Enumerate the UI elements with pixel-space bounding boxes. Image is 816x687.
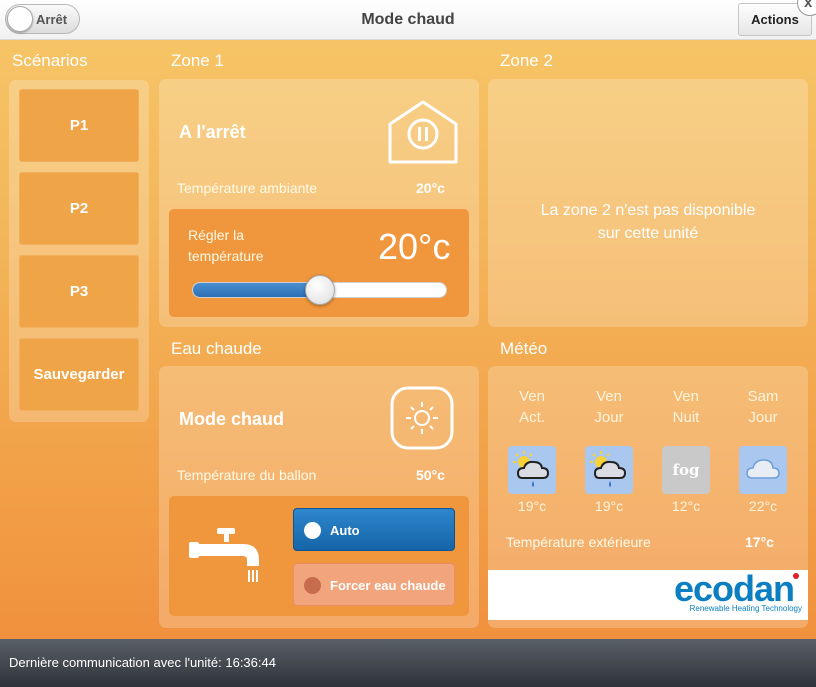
hot-water-status: Mode chaud [179,409,285,429]
zone2-message-line2: sur cette unité [597,225,699,242]
zone2-unavailable-message: La zone 2 n'est pas disponible sur cette… [488,199,808,245]
weather-col-label: Ven Act. [502,386,562,428]
scenario-p1-button[interactable]: P1 [19,89,139,162]
setpoint-label: Régler la température [188,227,264,264]
weather-col-label: Sam Jour [733,386,793,428]
outdoor-temp-label: Température extérieure [506,534,651,550]
weather-temp: 12°c [671,498,701,514]
auto-radio-indicator [304,522,321,539]
temperature-slider-knob[interactable] [304,275,335,305]
weather-period: Jour [748,409,778,426]
weather-col-label: Ven Nuit [656,386,716,428]
cloud-icon [739,446,787,494]
outdoor-temp-value: 17°c [745,534,774,550]
zone2-message-line1: La zone 2 n'est pas disponible [540,202,756,219]
ambient-temp-label: Température ambiante [177,180,318,196]
weather-title: Météo [500,339,548,358]
auto-button[interactable]: Auto [293,508,455,551]
weather-day: Ven [596,388,622,405]
force-button-label: Forcer eau chaude [330,578,446,593]
last-communication-text: Dernière communication avec l'unité: 16:… [9,655,276,670]
partly-cloudy-rain-icon [585,446,633,494]
force-radio-indicator [304,577,321,594]
page-title: Mode chaud [361,11,455,28]
tank-sun-icon [390,386,454,450]
zone1-status: A l'arrêt [179,122,246,142]
temperature-slider-fill [193,283,321,297]
partly-cloudy-rain-icon [508,446,556,494]
weather-day: Ven [673,388,699,405]
save-scenario-button[interactable]: Sauvegarder [19,338,139,411]
setpoint-value: 20°c [378,226,451,267]
house-pause-icon [388,100,458,164]
zone2-title: Zone 2 [500,51,553,70]
faucet-icon [189,528,259,582]
weather-day: Sam [747,388,779,405]
tank-temp-label: Température du ballon [177,467,317,483]
ecodan-logo: ecodan Renewable Heating Technology [488,568,808,620]
weather-temp: 19°c [594,498,624,514]
scenarios-title: Scénarios [12,51,88,70]
scenario-p2-button[interactable]: P2 [19,172,139,245]
zone1-title: Zone 1 [171,51,224,70]
brand-dot [793,573,799,579]
weather-period: Act. [519,409,545,426]
weather-temp: 19°c [517,498,547,514]
brand-tagline: Renewable Heating Technology [689,604,802,613]
top-bar: Arrêt Mode chaud Actions [0,0,816,40]
status-bar: Dernière communication avec l'unité: 16:… [0,639,816,687]
tank-temp-value: 50°c [416,467,445,483]
hot-water-title: Eau chaude [171,339,262,358]
weather-day: Ven [519,388,545,405]
scenario-p3-button[interactable]: P3 [19,255,139,328]
auto-button-label: Auto [330,523,360,538]
weather-temp: 22°c [748,498,778,514]
weather-col-label: Ven Jour [579,386,639,428]
fog-icon: fog [662,446,710,494]
ambient-temp-value: 20°c [416,180,445,196]
force-hot-water-button[interactable]: Forcer eau chaude [293,563,455,606]
weather-period: Nuit [672,409,700,426]
weather-period: Jour [594,409,624,426]
